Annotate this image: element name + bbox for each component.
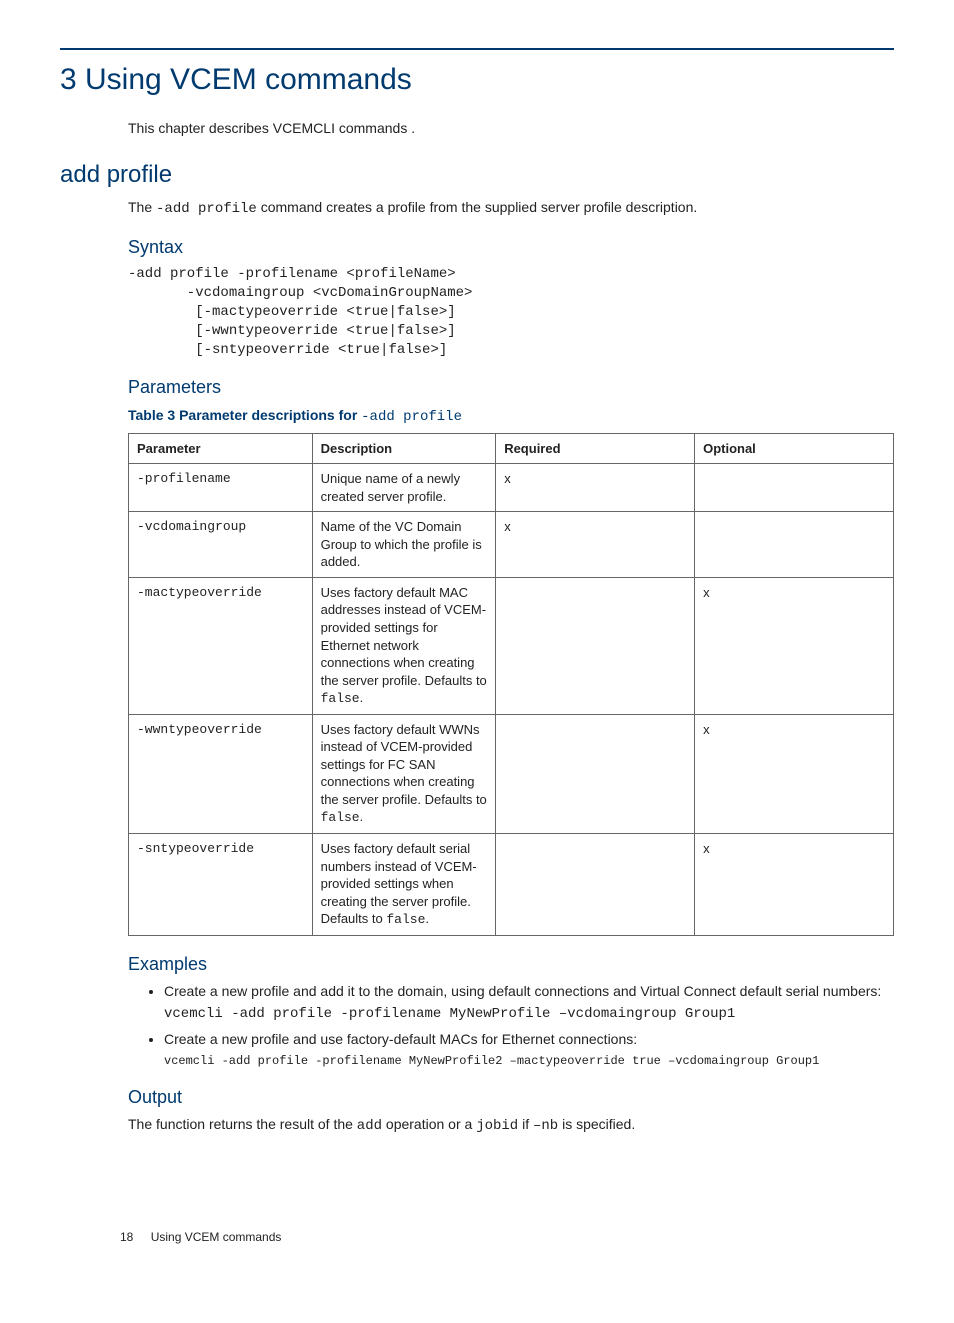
param-required (496, 834, 695, 936)
example-text: Create a new profile and use factory-def… (164, 1031, 637, 1047)
param-optional (695, 464, 894, 512)
section-add-profile: add profile (60, 159, 894, 191)
param-desc: Uses factory default MAC addresses inste… (312, 577, 496, 714)
example-code: vcemcli -add profile -profilename MyNewP… (164, 1005, 894, 1024)
param-name: -vcdomaingroup (129, 512, 313, 578)
parameters-heading: Parameters (128, 375, 894, 399)
param-optional: x (695, 577, 894, 714)
example-item: Create a new profile and use factory-def… (164, 1030, 894, 1069)
param-optional (695, 512, 894, 578)
example-item: Create a new profile and add it to the d… (164, 982, 894, 1024)
param-desc: Uses factory default WWNs instead of VCE… (312, 714, 496, 833)
output-text: The function returns the result of the a… (128, 1115, 894, 1136)
top-rule (60, 48, 894, 50)
param-required (496, 577, 695, 714)
param-optional: x (695, 834, 894, 936)
table-row: -sntypeoverride Uses factory default ser… (129, 834, 894, 936)
param-required (496, 714, 695, 833)
table-row: -mactypeoverride Uses factory default MA… (129, 577, 894, 714)
intro-pre: The (128, 199, 156, 215)
examples-list: Create a new profile and add it to the d… (144, 982, 894, 1069)
param-name: -wwntypeoverride (129, 714, 313, 833)
table-row: -vcdomaingroup Name of the VC Domain Gro… (129, 512, 894, 578)
param-desc: Unique name of a newly created server pr… (312, 464, 496, 512)
chapter-title: 3 Using VCEM commands (60, 60, 894, 101)
table-caption: Table 3 Parameter descriptions for -add … (128, 406, 894, 427)
th-description: Description (312, 433, 496, 464)
table-header-row: Parameter Description Required Optional (129, 433, 894, 464)
output-heading: Output (128, 1085, 894, 1109)
syntax-code: -add profile -profilename <profileName> … (128, 265, 894, 359)
example-code: vcemcli -add profile -profilename MyNewP… (164, 1053, 894, 1069)
parameter-table: Parameter Description Required Optional … (128, 433, 894, 936)
examples-heading: Examples (128, 952, 894, 976)
footer: 18 Using VCEM commands (120, 1229, 281, 1245)
syntax-heading: Syntax (128, 235, 894, 259)
param-name: -profilename (129, 464, 313, 512)
table-row: -profilename Unique name of a newly crea… (129, 464, 894, 512)
chapter-intro: This chapter describes VCEMCLI commands … (128, 119, 894, 138)
intro-post: command creates a profile from the suppl… (257, 199, 697, 215)
param-name: -sntypeoverride (129, 834, 313, 936)
intro-code: -add profile (156, 201, 257, 217)
th-required: Required (496, 433, 695, 464)
table-row: -wwntypeoverride Uses factory default WW… (129, 714, 894, 833)
footer-label: Using VCEM commands (151, 1230, 282, 1244)
param-desc: Name of the VC Domain Group to which the… (312, 512, 496, 578)
th-optional: Optional (695, 433, 894, 464)
param-name: -mactypeoverride (129, 577, 313, 714)
table-caption-code: -add profile (361, 409, 462, 425)
th-parameter: Parameter (129, 433, 313, 464)
param-required: x (496, 512, 695, 578)
example-text: Create a new profile and add it to the d… (164, 983, 881, 999)
page-number: 18 (120, 1230, 133, 1244)
table-caption-pre: Table 3 Parameter descriptions for (128, 407, 361, 423)
param-required: x (496, 464, 695, 512)
param-optional: x (695, 714, 894, 833)
param-desc: Uses factory default serial numbers inst… (312, 834, 496, 936)
add-profile-intro: The -add profile command creates a profi… (128, 198, 894, 219)
